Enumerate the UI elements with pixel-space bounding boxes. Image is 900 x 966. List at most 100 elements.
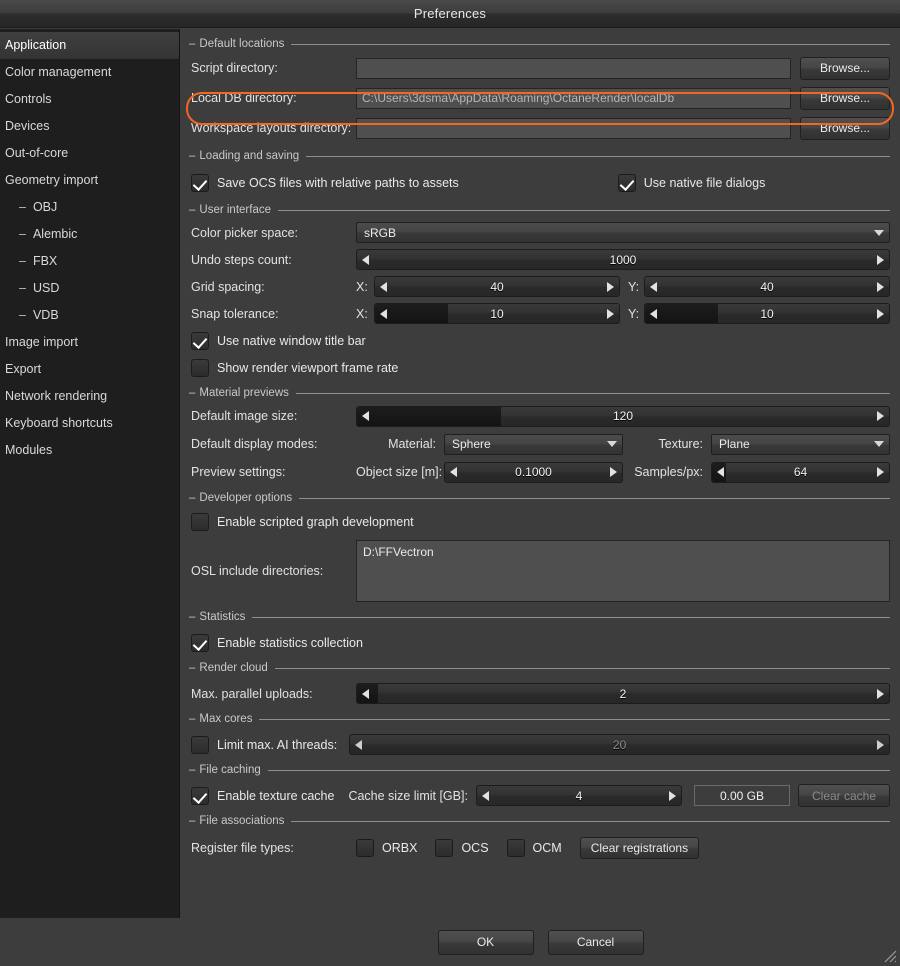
object-size-slider[interactable]: 0.1000 [444,461,623,483]
sidebar-item-out-of-core[interactable]: Out-of-core [0,140,179,167]
undo-steps-count-slider[interactable]: 1000 [356,249,890,270]
sidebar-item-usd[interactable]: – USD [0,275,179,302]
snap-tolerance-y-slider[interactable]: 10 [644,303,890,324]
undo-steps-count-value: 1000 [609,252,637,267]
workspace-layouts-directory-input[interactable] [356,117,791,139]
grid-spacing-y-prefix: Y: [628,279,640,294]
arrow-left-icon[interactable] [355,739,363,750]
arrow-right-icon[interactable] [610,467,617,477]
use-native-window-title-bar-checkbox[interactable] [191,331,209,350]
sidebar-item-network-rendering[interactable]: Network rendering [0,383,179,410]
sidebar-item-alembic[interactable]: – Alembic [0,221,179,248]
sidebar-item-image-import[interactable]: Image import [0,329,179,356]
arrow-left-icon[interactable] [450,467,457,477]
arrow-right-icon[interactable] [877,411,884,421]
arrow-right-icon[interactable] [607,281,614,292]
minus-icon: – [189,662,196,674]
ocm-association-checkbox[interactable] [506,839,525,857]
arrow-left-icon[interactable] [650,308,657,319]
sidebar-item-label: OBJ [32,200,58,214]
sidebar-item-color-management[interactable]: Color management [0,59,179,86]
cache-size-limit-slider[interactable]: 4 [475,785,682,806]
orbx-association-checkbox[interactable] [356,839,374,857]
browse-script-directory-button[interactable]: Browse... [800,56,890,80]
limit-max-ai-threads-label: Limit max. AI threads: [217,737,338,752]
arrow-right-icon[interactable] [877,688,884,699]
arrow-left-icon[interactable] [362,411,369,421]
resize-grip-icon[interactable] [881,947,897,963]
sidebar-item-obj[interactable]: – OBJ [0,194,179,221]
row-enable-statistics-collection: Enable statistics collection [191,626,890,659]
row-preview-settings: Preview settings: Object size [m]: 0.100… [191,458,890,486]
ok-button[interactable]: OK [437,929,534,955]
row-loading-saving-checks: Save OCS files with relative paths to as… [191,165,890,201]
sidebar-item-keyboard-shortcuts[interactable]: Keyboard shortcuts [0,410,179,437]
row-default-display-modes: Default display modes: Material: Sphere … [191,430,890,458]
limit-max-ai-threads-checkbox[interactable] [191,735,209,754]
arrow-right-icon[interactable] [877,308,884,319]
material-display-mode-select[interactable]: Sphere [444,433,623,455]
cancel-button[interactable]: Cancel [547,929,644,955]
browse-workspace-layouts-button[interactable]: Browse... [800,116,890,140]
sidebar-item-modules[interactable]: Modules [0,437,179,464]
sidebar-item-label: Devices [5,119,50,133]
group-header-developer-options: – Developer options [189,489,890,507]
arrow-right-icon[interactable] [669,790,676,801]
arrow-left-icon[interactable] [362,254,369,265]
enable-scripted-graph-development-checkbox[interactable] [191,513,209,531]
clear-cache-button[interactable]: Clear cache [798,784,890,807]
sidebar-item-export[interactable]: Export [0,356,179,383]
arrow-left-icon[interactable] [481,790,489,801]
enable-statistics-collection-checkbox[interactable] [191,633,209,652]
samples-per-px-slider[interactable]: 64 [711,461,890,483]
arrow-left-icon[interactable] [717,467,724,477]
sidebar-item-application[interactable]: Application [0,32,179,59]
arrow-right-icon[interactable] [877,281,884,292]
sidebar-item-geometry-import[interactable]: Geometry import [0,167,179,194]
show-render-viewport-frame-rate-checkbox[interactable] [191,358,209,377]
texture-mode-prefix: Texture: [658,437,703,451]
row-undo-steps-count: Undo steps count: 1000 [191,246,890,273]
arrow-right-icon[interactable] [877,467,884,477]
sidebar-item-label: Image import [5,335,78,349]
snap-tolerance-x-slider[interactable]: 10 [374,303,620,324]
arrow-right-icon[interactable] [877,739,884,750]
ocs-association-checkbox[interactable] [435,839,454,857]
grid-spacing-x-slider[interactable]: 40 [374,276,620,297]
local-db-directory-input[interactable]: C:\Users\3dsma\AppData\Roaming\OctaneRen… [356,87,791,109]
clear-registrations-button[interactable]: Clear registrations [579,837,700,859]
sidebar-item-vdb[interactable]: – VDB [0,302,179,329]
arrow-left-icon[interactable] [380,281,387,292]
row-local-db-directory: Local DB directory: C:\Users\3dsma\AppDa… [191,83,890,113]
sidebar-item-devices[interactable]: Devices [0,113,179,140]
arrow-right-icon[interactable] [607,308,614,319]
grid-spacing-y-slider[interactable]: 40 [644,276,890,297]
dash-icon: – [19,254,26,268]
script-directory-input[interactable] [356,57,791,79]
sidebar-item-fbx[interactable]: – FBX [0,248,179,275]
arrow-right-icon[interactable] [877,254,884,265]
browse-local-db-directory-button[interactable]: Browse... [800,86,890,110]
sidebar-item-label: Alembic [32,227,78,241]
group-divider [295,392,890,394]
color-picker-space-select[interactable]: sRGB [356,222,890,243]
texture-display-mode-select[interactable]: Plane [711,433,890,455]
osl-include-directories-textarea[interactable]: D:\FFVectron [356,540,890,602]
group-title: Developer options [199,492,293,504]
group-title: User interface [199,204,271,216]
sidebar-item-controls[interactable]: Controls [0,86,179,113]
max-ai-threads-slider[interactable]: 20 [349,734,890,755]
default-image-size-slider[interactable]: 120 [356,405,890,427]
chevron-down-icon [874,229,884,236]
orbx-association-label: ORBX [382,841,418,855]
enable-texture-cache-checkbox[interactable] [191,786,209,805]
max-parallel-uploads-slider[interactable]: 2 [356,683,890,704]
use-native-file-dialogs-checkbox[interactable] [617,174,636,192]
arrow-left-icon[interactable] [650,281,657,292]
arrow-left-icon[interactable] [362,688,369,699]
save-ocs-relative-paths-checkbox[interactable] [191,174,209,192]
object-size-prefix: Object size [m]: [356,465,443,479]
arrow-left-icon[interactable] [380,308,387,319]
sidebar-item-label: VDB [32,308,59,322]
sidebar-item-label: Keyboard shortcuts [5,416,113,430]
